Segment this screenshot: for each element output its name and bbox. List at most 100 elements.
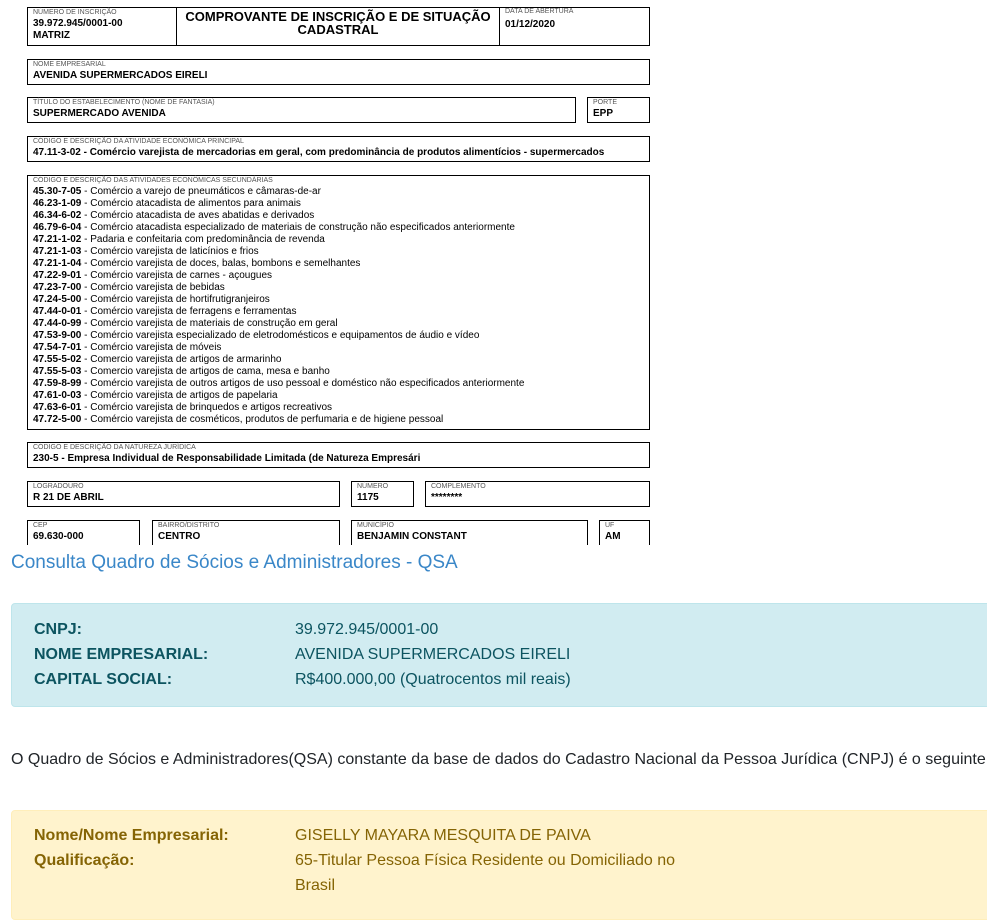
atividade-secundaria-item: 47.55-5-02 - Comercio varejista de artig… (33, 354, 524, 366)
atividade-secundaria-desc: - Comércio varejista de materiais de con… (81, 318, 338, 329)
nome-fantasia-value: SUPERMERCADO AVENIDA (33, 108, 166, 119)
atividade-secundaria-item: 47.63-6-01 - Comércio varejista de brinq… (33, 402, 524, 414)
atividade-secundaria-desc: - Comércio varejista de cosméticos, prod… (81, 414, 444, 425)
qsa-heading: Consulta Quadro de Sócios e Administrado… (11, 552, 458, 573)
atividade-secundaria-desc: - Padaria e confeitaria com predominânci… (81, 234, 325, 245)
atividade-secundaria-code: 46.34-6-02 (33, 210, 82, 221)
atividade-principal-value: 47.11-3-02 - Comércio varejista de merca… (33, 147, 604, 159)
atividade-secundaria-item: 47.55-5-03 - Comercio varejista de artig… (33, 366, 524, 378)
nome-fantasia-field: TÍTULO DO ESTABELECIMENTO (NOME DE FANTA… (27, 97, 576, 123)
atividades-secundarias-list: 45.30-7-05 - Comércio a varejo de pneumá… (33, 186, 524, 426)
capital-social-value: R$400.000,00 (Quatrocentos mil reais) (295, 671, 571, 688)
atividade-secundaria-item: 47.23-7-00 - Comércio varejista de bebid… (33, 282, 524, 294)
atividade-secundaria-code: 47.23-7-00 (33, 282, 82, 293)
atividade-secundaria-code: 47.21-1-04 (33, 258, 82, 269)
atividade-secundaria-item: 47.21-1-03 - Comércio varejista de latic… (33, 246, 524, 258)
qualificacao-value-line2: Brasil (295, 877, 336, 894)
nome-empresarial-value: AVENIDA SUPERMERCADOS EIRELI (33, 70, 208, 81)
atividade-principal-code: 47.11-3-02 (33, 147, 81, 158)
logradouro-caption: LOGRADOURO (33, 483, 84, 490)
inscricao-caption: NÚMERO DE INSCRIÇÃO (33, 9, 117, 16)
atividade-secundaria-item: 47.61-0-03 - Comércio varejista de artig… (33, 390, 524, 402)
atividade-secundaria-desc: - Comércio varejista de carnes - açougue… (81, 270, 273, 281)
uf-value: AM (605, 531, 621, 542)
numero-value: 1175 (357, 492, 379, 503)
atividade-secundaria-desc: - Comércio varejista de ferragens e ferr… (81, 306, 297, 317)
atividade-secundaria-code: 47.61-0-03 (33, 390, 82, 401)
atividade-secundaria-code: 47.54-7-01 (33, 342, 82, 353)
qsa-intro-text: O Quadro de Sócios e Administradores(QSA… (11, 751, 987, 768)
atividades-secundarias-field: CÓDIGO E DESCRIÇÃO DAS ATIVIDADES ECONÔM… (27, 175, 650, 430)
certificate-title-line2: CADASTRAL (297, 22, 379, 37)
logradouro-value: R 21 DE ABRIL (33, 492, 104, 503)
atividade-secundaria-item: 47.21-1-02 - Padaria e confeitaria com p… (33, 234, 524, 246)
municipio-caption: MUNICÍPIO (357, 522, 394, 529)
atividade-principal-desc: - Comércio varejista de mercadorias em g… (80, 147, 605, 158)
inscricao-type: MATRIZ (33, 30, 71, 41)
natureza-juridica-field: CÓDIGO E DESCRIÇÃO DA NATUREZA JURÍDICA … (27, 442, 650, 468)
atividade-secundaria-item: 46.23-1-09 - Comércio atacadista de alim… (33, 198, 524, 210)
atividade-secundaria-code: 45.30-7-05 (33, 186, 82, 197)
atividade-secundaria-code: 47.72-5-00 (33, 414, 82, 425)
cep-value: 69.630-000 (33, 531, 84, 542)
cnpj-certificate: NÚMERO DE INSCRIÇÃO 39.972.945/0001-00 M… (0, 0, 660, 545)
atividade-secundaria-item: 46.34-6-02 - Comércio atacadista de aves… (33, 210, 524, 222)
atividade-secundaria-code: 47.53-9-00 (33, 330, 82, 341)
natureza-juridica-caption: CÓDIGO E DESCRIÇÃO DA NATUREZA JURÍDICA (33, 444, 196, 451)
atividade-secundaria-desc: - Comércio atacadista de aves abatidas e… (81, 210, 315, 221)
nome-empresarial-web-value: AVENIDA SUPERMERCADOS EIRELI (295, 646, 571, 663)
atividade-secundaria-desc: - Comércio varejista de móveis (81, 342, 222, 353)
atividade-secundaria-desc: - Comércio a varejo de pneumáticos e câm… (81, 186, 321, 197)
atividade-secundaria-desc: - Comércio varejista de artigos de papel… (81, 390, 278, 401)
uf-caption: UF (605, 522, 615, 529)
atividade-secundaria-code: 46.23-1-09 (33, 198, 82, 209)
certificate-title: COMPROVANTE DE INSCRIÇÃO E DE SITUAÇÃO C… (176, 7, 500, 46)
atividade-secundaria-code: 47.59-8-99 (33, 378, 82, 389)
atividade-secundaria-item: 45.30-7-05 - Comércio a varejo de pneumá… (33, 186, 524, 198)
numero-caption: NÚMERO (357, 483, 389, 490)
qualificacao-value-line1: 65-Titular Pessoa Física Residente ou Do… (295, 852, 676, 869)
complemento-field: COMPLEMENTO ******** (425, 481, 650, 507)
atividade-secundaria-item: 47.53-9-00 - Comércio varejista especial… (33, 330, 524, 342)
bairro-value: CENTRO (158, 531, 201, 542)
municipio-value: BENJAMIN CONSTANT (357, 531, 467, 542)
abertura-field: DATA DE ABERTURA 01/12/2020 (500, 7, 650, 46)
uf-field: UF AM (599, 520, 650, 545)
partner-card: Nome/Nome Empresarial: GISELLY MAYARA ME… (11, 810, 987, 920)
complemento-caption: COMPLEMENTO (431, 483, 486, 490)
atividade-secundaria-code: 47.21-1-03 (33, 246, 82, 257)
atividade-principal-caption: CÓDIGO E DESCRIÇÃO DA ATIVIDADE ECONÔMIC… (33, 138, 244, 145)
qualificacao-label: Qualificação: (34, 852, 135, 869)
cnpj-label: CNPJ: (34, 621, 83, 638)
atividade-secundaria-desc: - Comércio varejista de hortifrutigranje… (81, 294, 270, 305)
atividade-secundaria-desc: - Comércio varejista de laticínios e fri… (81, 246, 259, 257)
bairro-field: BAIRRO/DISTRITO CENTRO (152, 520, 340, 545)
atividade-secundaria-desc: - Comércio varejista de brinquedos e art… (81, 402, 333, 413)
natureza-juridica-value: 230-5 - Empresa Individual de Responsabi… (33, 453, 421, 464)
abertura-caption: DATA DE ABERTURA (505, 8, 574, 15)
cep-field: CEP 69.630-000 (27, 520, 140, 545)
atividade-secundaria-desc: - Comércio atacadista especializado de m… (81, 222, 515, 233)
cep-caption: CEP (33, 522, 48, 529)
atividade-secundaria-item: 47.72-5-00 - Comércio varejista de cosmé… (33, 414, 524, 426)
atividade-secundaria-item: 47.22-9-01 - Comércio varejista de carne… (33, 270, 524, 282)
nome-fantasia-caption: TÍTULO DO ESTABELECIMENTO (NOME DE FANTA… (33, 99, 215, 106)
municipio-field: MUNICÍPIO BENJAMIN CONSTANT (351, 520, 588, 545)
abertura-date: 01/12/2020 (505, 19, 556, 30)
capital-social-label: CAPITAL SOCIAL: (34, 671, 173, 688)
atividade-secundaria-item: 47.59-8-99 - Comércio varejista de outro… (33, 378, 524, 390)
nome-empresarial-label: NOME EMPRESARIAL: (34, 646, 209, 663)
logradouro-field: LOGRADOURO R 21 DE ABRIL (27, 481, 340, 507)
porte-caption: PORTE (593, 99, 617, 106)
company-info-card: CNPJ: 39.972.945/0001-00 NOME EMPRESARIA… (11, 603, 987, 707)
atividade-secundaria-desc: - Comércio varejista de bebidas (81, 282, 225, 293)
atividade-secundaria-item: 47.44-0-01 - Comércio varejista de ferra… (33, 306, 524, 318)
atividade-secundaria-item: 47.54-7-01 - Comércio varejista de móvei… (33, 342, 524, 354)
complemento-value: ******** (431, 492, 463, 503)
atividade-secundaria-item: 46.79-6-04 - Comércio atacadista especia… (33, 222, 524, 234)
atividade-secundaria-item: 47.21-1-04 - Comércio varejista de doces… (33, 258, 524, 270)
partner-name-label: Nome/Nome Empresarial: (34, 827, 229, 844)
bairro-caption: BAIRRO/DISTRITO (158, 522, 220, 529)
atividade-secundaria-desc: - Comércio atacadista de alimentos para … (81, 198, 301, 209)
atividades-secundarias-caption: CÓDIGO E DESCRIÇÃO DAS ATIVIDADES ECONÔM… (33, 177, 273, 184)
